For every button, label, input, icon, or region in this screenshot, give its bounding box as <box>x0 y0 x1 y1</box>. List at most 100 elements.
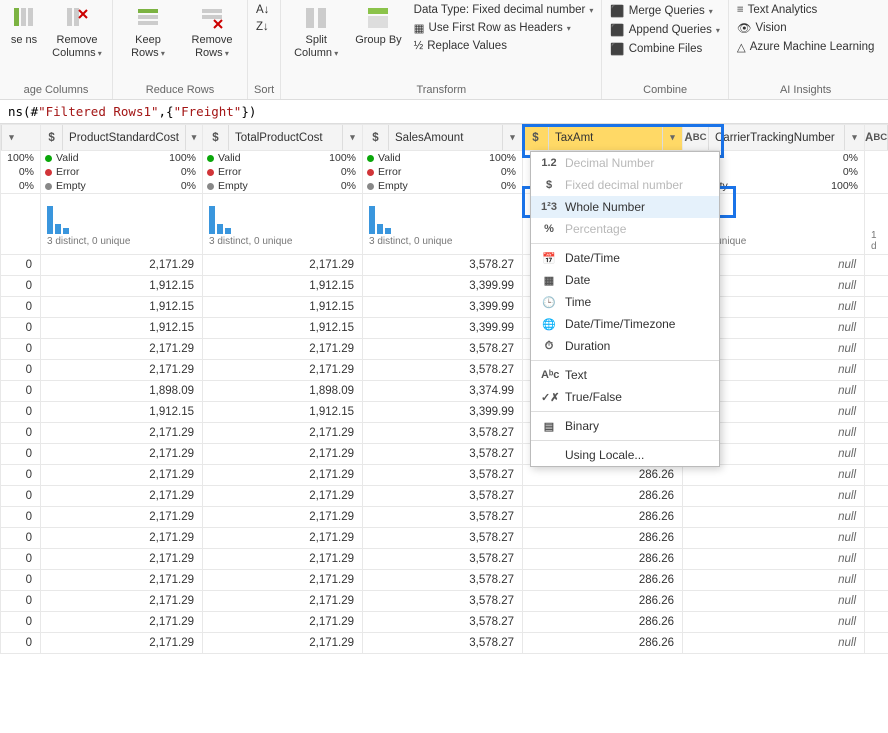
table-cell[interactable]: 2,171.29 <box>203 528 363 549</box>
table-cell[interactable]: 2,171.29 <box>203 339 363 360</box>
type-option-fixed-decimal-number[interactable]: $Fixed decimal number <box>531 174 719 196</box>
table-cell[interactable]: 286.26 <box>523 591 683 612</box>
table-cell[interactable]: 0 <box>1 381 41 402</box>
type-option-whole-number[interactable]: 1²3Whole Number <box>531 196 719 218</box>
table-cell[interactable]: 2,171.29 <box>41 465 203 486</box>
column-header-TaxAmt[interactable]: TaxAmt <box>549 132 662 144</box>
sort-desc-button[interactable]: Z↓ <box>254 19 271 35</box>
table-cell[interactable]: 0 <box>1 612 41 633</box>
table-cell[interactable]: 0 <box>1 507 41 528</box>
filter-button-ProductStandardCost[interactable]: ▾ <box>185 125 202 150</box>
type-button-ProductStandardCost[interactable]: $ <box>41 125 63 150</box>
first-row-headers-button[interactable]: ▦Use First Row as Headers <box>412 19 596 37</box>
table-cell[interactable]: 0 <box>1 297 41 318</box>
table-cell[interactable]: 1,912.15 <box>41 297 203 318</box>
table-cell[interactable]: null <box>683 591 865 612</box>
table-cell[interactable]: 0 <box>1 402 41 423</box>
table-cell[interactable]: null <box>683 549 865 570</box>
type-option-true-false[interactable]: ✓✗True/False <box>531 386 719 408</box>
table-cell[interactable]: 3,578.27 <box>363 486 523 507</box>
table-cell[interactable]: 2,171.29 <box>41 507 203 528</box>
type-option-using-locale-[interactable]: Using Locale... <box>531 444 719 466</box>
table-cell[interactable]: 2,171.29 <box>41 255 203 276</box>
table-cell[interactable]: 2,171.29 <box>41 339 203 360</box>
table-cell[interactable]: 1,912.15 <box>203 318 363 339</box>
row-filter-button[interactable]: ▾ <box>1 125 21 150</box>
table-cell[interactable]: 0 <box>1 444 41 465</box>
table-cell[interactable]: 2,171.29 <box>41 570 203 591</box>
table-cell[interactable]: 3,399.99 <box>363 318 523 339</box>
table-cell[interactable]: 3,399.99 <box>363 297 523 318</box>
table-cell[interactable]: 3,578.27 <box>363 549 523 570</box>
table-cell[interactable]: 0 <box>1 360 41 381</box>
table-cell[interactable]: 3,578.27 <box>363 465 523 486</box>
table-cell[interactable]: 2,171.29 <box>203 570 363 591</box>
keep-rows-button[interactable]: Keep Rows <box>119 2 177 62</box>
table-cell[interactable]: 0 <box>1 423 41 444</box>
table-cell[interactable]: 0 <box>1 465 41 486</box>
table-cell[interactable]: null <box>683 570 865 591</box>
table-cell[interactable]: null <box>683 612 865 633</box>
group-by-button[interactable]: Group By <box>351 2 405 49</box>
type-button-SalesAmount[interactable]: $ <box>363 125 389 150</box>
table-cell[interactable]: 0 <box>1 318 41 339</box>
filter-button-SalesAmount[interactable]: ▾ <box>502 125 522 150</box>
table-cell[interactable]: null <box>683 507 865 528</box>
table-cell[interactable]: 0 <box>1 633 41 654</box>
type-option-time[interactable]: 🕒Time <box>531 291 719 313</box>
table-cell[interactable]: 0 <box>1 549 41 570</box>
vision-button[interactable]: 👁Vision <box>735 19 877 37</box>
table-cell[interactable]: 3,578.27 <box>363 360 523 381</box>
table-cell[interactable]: null <box>683 528 865 549</box>
table-cell[interactable]: 286.26 <box>523 507 683 528</box>
table-cell[interactable]: 3,578.27 <box>363 255 523 276</box>
filter-button-CarrierTrackingNumber[interactable]: ▾ <box>844 125 864 150</box>
azure-ml-button[interactable]: △Azure Machine Learning <box>735 38 877 56</box>
table-cell[interactable]: 0 <box>1 528 41 549</box>
table-cell[interactable]: 286.26 <box>523 633 683 654</box>
table-cell[interactable]: 3,578.27 <box>363 339 523 360</box>
table-cell[interactable]: 3,399.99 <box>363 276 523 297</box>
replace-values-button[interactable]: ½Replace Values <box>412 38 596 54</box>
table-cell[interactable]: 2,171.29 <box>41 591 203 612</box>
combine-files-button[interactable]: ⬛Combine Files <box>608 40 721 58</box>
table-cell[interactable]: 1,898.09 <box>203 381 363 402</box>
table-cell[interactable]: 1,912.15 <box>203 297 363 318</box>
choose-columns-button[interactable]: se ns <box>6 2 42 49</box>
table-cell[interactable]: 2,171.29 <box>203 423 363 444</box>
text-analytics-button[interactable]: ≡Text Analytics <box>735 2 877 18</box>
type-option-date[interactable]: ▦Date <box>531 269 719 291</box>
table-cell[interactable]: 2,171.29 <box>41 612 203 633</box>
table-cell[interactable]: 286.26 <box>523 549 683 570</box>
type-button-next[interactable]: ABC <box>865 125 888 150</box>
table-cell[interactable]: 2,171.29 <box>41 360 203 381</box>
table-cell[interactable]: 3,374.99 <box>363 381 523 402</box>
table-cell[interactable]: 3,578.27 <box>363 591 523 612</box>
table-cell[interactable]: 3,399.99 <box>363 402 523 423</box>
type-button-TaxAmt[interactable]: $ <box>523 125 549 150</box>
table-cell[interactable]: 2,171.29 <box>203 507 363 528</box>
column-header-ProductStandardCost[interactable]: ProductStandardCost <box>63 132 185 144</box>
remove-columns-button[interactable]: Remove Columns <box>48 2 106 62</box>
type-option-date-time[interactable]: 📅Date/Time <box>531 247 719 269</box>
table-cell[interactable]: 3,578.27 <box>363 444 523 465</box>
table-cell[interactable]: 3,578.27 <box>363 633 523 654</box>
table-cell[interactable]: 3,578.27 <box>363 570 523 591</box>
filter-button-TotalProductCost[interactable]: ▾ <box>342 125 362 150</box>
table-cell[interactable]: 3,578.27 <box>363 528 523 549</box>
table-cell[interactable]: null <box>683 486 865 507</box>
table-cell[interactable]: 2,171.29 <box>41 486 203 507</box>
table-cell[interactable]: 0 <box>1 255 41 276</box>
column-header-CarrierTrackingNumber[interactable]: CarrierTrackingNumber <box>709 132 844 144</box>
table-cell[interactable]: 0 <box>1 276 41 297</box>
table-cell[interactable]: 1,912.15 <box>41 402 203 423</box>
table-cell[interactable]: 2,171.29 <box>41 528 203 549</box>
type-option-date-time-timezone[interactable]: 🌐Date/Time/Timezone <box>531 313 719 335</box>
table-cell[interactable]: 2,171.29 <box>203 633 363 654</box>
table-cell[interactable]: 2,171.29 <box>203 591 363 612</box>
table-cell[interactable]: 2,171.29 <box>41 423 203 444</box>
table-cell[interactable]: null <box>683 633 865 654</box>
table-cell[interactable]: null <box>683 465 865 486</box>
table-cell[interactable]: 1,912.15 <box>203 402 363 423</box>
type-option-decimal-number[interactable]: 1.2Decimal Number <box>531 152 719 174</box>
